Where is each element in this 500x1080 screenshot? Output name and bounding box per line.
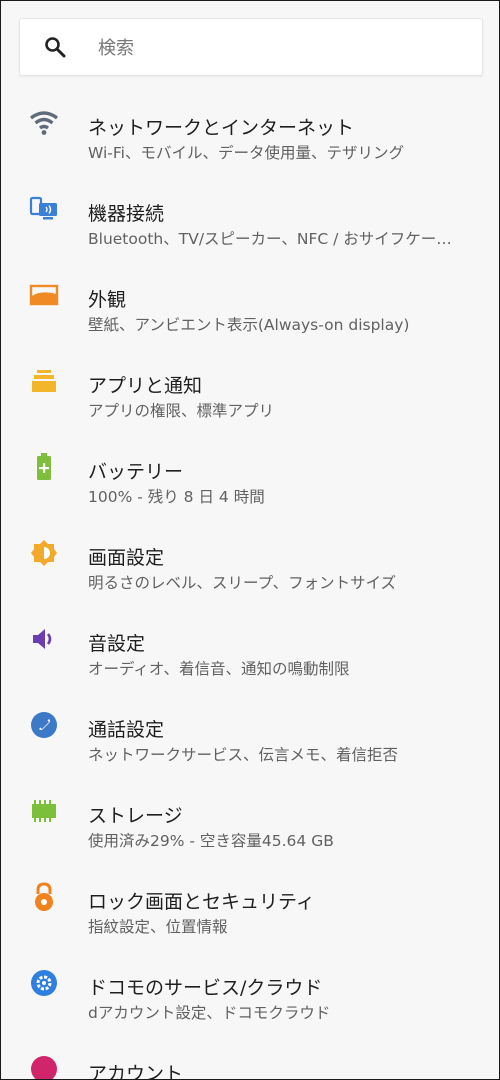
settings-item-battery[interactable]: バッテリー 100% - 残り 8 日 4 時間	[1, 430, 499, 516]
settings-item-title: アプリと通知	[88, 375, 203, 397]
wifi-icon	[27, 106, 61, 140]
settings-item-subtitle: アプリの権限、標準アプリ	[88, 402, 275, 420]
settings-item-subtitle: Bluetooth、TV/スピーカー、NFC / おサイフケー…	[88, 230, 452, 248]
settings-screen: 検索 ネットワークとインターネット Wi-Fi、モバイル、データ使用量、テザリン…	[0, 0, 500, 1080]
settings-item-subtitle: 使用済み29% - 空き容量45.64 GB	[88, 832, 334, 850]
settings-item-title: 外観	[88, 289, 127, 311]
settings-item-docomo[interactable]: ドコモのサービス/クラウド dアカウント設定、ドコモクラウド	[1, 946, 499, 1032]
search-bar[interactable]: 検索	[19, 18, 483, 76]
settings-item-storage[interactable]: ストレージ 使用済み29% - 空き容量45.64 GB	[1, 774, 499, 860]
search-placeholder: 検索	[98, 38, 134, 59]
settings-item-appearance[interactable]: 外観 壁紙、アンビエント表示(Always-on display)	[1, 258, 499, 344]
settings-item-sound[interactable]: 音設定 オーディオ、着信音、通知の鳴動制限	[1, 602, 499, 688]
settings-item-subtitle: 指紋設定、位置情報	[88, 918, 228, 936]
settings-item-subtitle: dアカウント設定、ドコモクラウド	[88, 1004, 331, 1022]
settings-item-title: ロック画面とセキュリティ	[88, 891, 315, 913]
settings-item-subtitle: 100% - 残り 8 日 4 時間	[88, 488, 265, 506]
settings-item-title: ストレージ	[88, 805, 183, 827]
settings-item-title: バッテリー	[88, 461, 184, 483]
settings-list: ネットワークとインターネット Wi-Fi、モバイル、データ使用量、テザリング 機…	[1, 86, 499, 1080]
settings-item-title: 音設定	[88, 633, 146, 655]
settings-item-title: 画面設定	[88, 547, 165, 569]
apps-icon	[27, 364, 61, 398]
settings-item-apps[interactable]: アプリと通知 アプリの権限、標準アプリ	[1, 344, 499, 430]
storage-icon	[27, 794, 61, 828]
search-icon	[42, 34, 68, 60]
settings-item-display[interactable]: 画面設定 明るさのレベル、スリープ、フォントサイズ	[1, 516, 499, 602]
settings-item-network[interactable]: ネットワークとインターネット Wi-Fi、モバイル、データ使用量、テザリング	[1, 86, 499, 172]
volume-icon	[27, 622, 61, 656]
phone-icon	[27, 708, 61, 742]
settings-item-subtitle: 明るさのレベル、スリープ、フォントサイズ	[88, 574, 397, 592]
settings-item-subtitle: Wi-Fi、モバイル、データ使用量、テザリング	[88, 144, 404, 162]
settings-item-title: 通話設定	[88, 719, 165, 741]
brightness-icon	[27, 536, 61, 570]
wallpaper-icon	[27, 278, 61, 312]
account-icon	[27, 1052, 61, 1079]
settings-item-subtitle: ネットワークサービス、伝言メモ、着信拒否	[88, 746, 399, 764]
settings-item-call[interactable]: 通話設定 ネットワークサービス、伝言メモ、着信拒否	[1, 688, 499, 774]
settings-item-title: 機器接続	[88, 203, 165, 225]
settings-item-lock-security[interactable]: ロック画面とセキュリティ 指紋設定、位置情報	[1, 860, 499, 946]
battery-icon	[27, 450, 61, 484]
settings-item-account[interactable]: アカウント	[1, 1032, 499, 1080]
settings-item-subtitle: 壁紙、アンビエント表示(Always-on display)	[88, 316, 410, 334]
docomo-settings-icon	[27, 966, 61, 1000]
settings-item-connected-devices[interactable]: 機器接続 Bluetooth、TV/スピーカー、NFC / おサイフケー…	[1, 172, 499, 258]
settings-item-subtitle: オーディオ、着信音、通知の鳴動制限	[88, 660, 350, 678]
connected-devices-icon	[27, 192, 61, 226]
settings-item-title: アカウント	[88, 1063, 184, 1080]
settings-item-title: ネットワークとインターネット	[88, 117, 355, 139]
lock-icon	[27, 880, 61, 914]
settings-item-title: ドコモのサービス/クラウド	[88, 977, 323, 999]
